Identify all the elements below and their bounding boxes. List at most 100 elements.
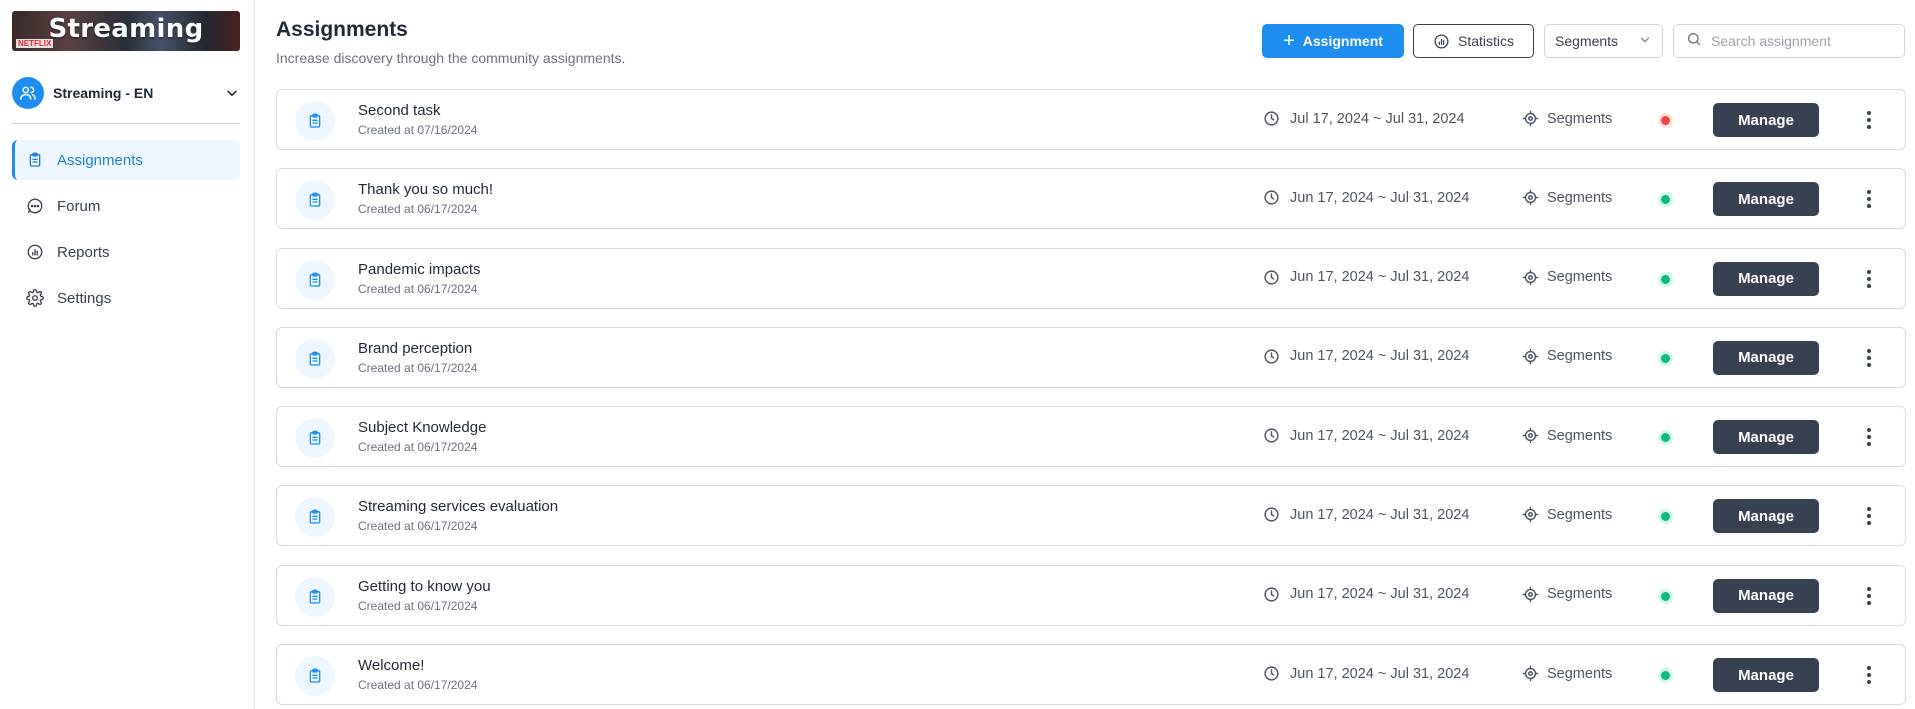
assignment-row: Streaming services evaluation Created at…	[276, 485, 1906, 547]
assignment-created: Created at 06/17/2024	[358, 202, 478, 217]
manage-button[interactable]: Manage	[1713, 499, 1819, 534]
target-icon	[1522, 110, 1539, 127]
clipboard-icon	[295, 180, 335, 221]
sidebar: Streaming NETFLIX Streaming - EN Assignm…	[0, 0, 255, 709]
target-icon	[1522, 586, 1539, 603]
more-options-icon[interactable]	[1859, 504, 1879, 528]
assignment-segments[interactable]: Segments	[1522, 348, 1612, 365]
assignment-title[interactable]: Second task	[358, 102, 441, 119]
assignment-title[interactable]: Getting to know you	[358, 578, 491, 595]
assignment-segments[interactable]: Segments	[1522, 189, 1612, 206]
more-options-icon[interactable]	[1859, 425, 1879, 449]
date-range-text: Jun 17, 2024 ~ Jul 31, 2024	[1290, 506, 1470, 523]
assignment-date-range: Jun 17, 2024 ~ Jul 31, 2024	[1263, 269, 1469, 286]
workspace-selector[interactable]: Streaming - EN	[12, 76, 240, 110]
assignment-segments[interactable]: Segments	[1522, 665, 1612, 682]
segments-text: Segments	[1547, 269, 1613, 286]
clipboard-icon	[295, 576, 335, 617]
assignment-segments[interactable]: Segments	[1522, 506, 1612, 523]
segments-text: Segments	[1547, 665, 1613, 682]
search-input[interactable]	[1711, 33, 1891, 49]
status-dot	[1661, 116, 1670, 125]
page-title: Assignments	[276, 18, 408, 41]
sidebar-divider	[12, 123, 240, 124]
target-icon	[1522, 427, 1539, 444]
clock-icon	[1263, 665, 1280, 682]
date-range-text: Jun 17, 2024 ~ Jul 31, 2024	[1290, 269, 1470, 286]
chevron-down-icon[interactable]	[224, 85, 240, 101]
search-box[interactable]	[1673, 24, 1905, 58]
statistics-button[interactable]: Statistics	[1413, 24, 1534, 58]
assignment-created: Created at 07/16/2024	[358, 123, 478, 137]
assignment-title[interactable]: Streaming services evaluation	[358, 498, 558, 515]
assignment-title[interactable]: Thank you so much!	[358, 181, 493, 198]
manage-button[interactable]: Manage	[1713, 420, 1819, 455]
clock-icon	[1263, 110, 1280, 127]
clipboard-icon	[295, 338, 335, 379]
assignment-row: Subject Knowledge Created at 06/17/2024 …	[276, 406, 1906, 468]
assignment-date-range: Jun 17, 2024 ~ Jul 31, 2024	[1263, 586, 1469, 603]
assignment-segments[interactable]: Segments	[1522, 110, 1612, 127]
more-options-icon[interactable]	[1859, 584, 1879, 608]
users-icon	[12, 77, 44, 109]
add-assignment-label: Assignment	[1302, 33, 1383, 49]
chart-icon	[1433, 33, 1450, 50]
assignment-segments[interactable]: Segments	[1522, 427, 1612, 444]
more-options-icon[interactable]	[1859, 187, 1879, 211]
assignment-title[interactable]: Welcome!	[358, 657, 424, 674]
sidebar-item-label: Forum	[57, 197, 101, 215]
gear-icon	[26, 289, 44, 307]
assignment-row: Second task Created at 07/16/2024 Jul 17…	[276, 89, 1906, 150]
assignment-date-range: Jun 17, 2024 ~ Jul 31, 2024	[1263, 427, 1469, 444]
clipboard-icon	[295, 418, 335, 459]
sidebar-item-reports[interactable]: Reports	[12, 232, 240, 272]
sidebar-item-settings[interactable]: Settings	[12, 278, 240, 318]
manage-button[interactable]: Manage	[1713, 182, 1819, 217]
chat-bubble-icon	[26, 197, 44, 215]
clock-icon	[1263, 189, 1280, 206]
search-icon	[1686, 31, 1702, 52]
assignment-row: Welcome! Created at 06/17/2024 Jun 17, 2…	[276, 644, 1906, 706]
sidebar-item-label: Assignments	[57, 151, 143, 169]
clipboard-icon	[295, 497, 335, 538]
manage-button[interactable]: Manage	[1713, 103, 1819, 137]
pie-chart-icon	[26, 243, 44, 261]
segments-select-value: Segments	[1555, 33, 1619, 49]
more-options-icon[interactable]	[1859, 346, 1879, 370]
assignment-segments[interactable]: Segments	[1522, 269, 1612, 286]
segments-text: Segments	[1547, 348, 1613, 365]
date-range-text: Jun 17, 2024 ~ Jul 31, 2024	[1290, 348, 1470, 365]
date-range-text: Jul 17, 2024 ~ Jul 31, 2024	[1290, 110, 1465, 127]
sidebar-nav: Assignments Forum Reports Settings	[12, 140, 240, 324]
clock-icon	[1263, 586, 1280, 603]
clock-icon	[1263, 427, 1280, 444]
assignment-title[interactable]: Subject Knowledge	[358, 419, 486, 436]
sidebar-item-forum[interactable]: Forum	[12, 186, 240, 226]
assignment-created: Created at 06/17/2024	[358, 519, 478, 534]
assignment-created: Created at 06/17/2024	[358, 598, 478, 613]
manage-button[interactable]: Manage	[1713, 340, 1819, 375]
target-icon	[1522, 348, 1539, 365]
manage-button[interactable]: Manage	[1713, 261, 1819, 296]
assignment-date-range: Jun 17, 2024 ~ Jul 31, 2024	[1263, 348, 1469, 365]
more-options-icon[interactable]	[1859, 663, 1879, 687]
status-dot	[1661, 433, 1670, 443]
sidebar-item-assignments[interactable]: Assignments	[12, 140, 240, 180]
brand-logo[interactable]: Streaming NETFLIX	[12, 11, 240, 51]
segments-text: Segments	[1547, 110, 1613, 127]
more-options-icon[interactable]	[1859, 267, 1879, 291]
assignment-list: Second task Created at 07/16/2024 Jul 17…	[276, 89, 1906, 709]
manage-button[interactable]: Manage	[1713, 578, 1819, 613]
clipboard-icon	[295, 259, 335, 300]
assignment-title[interactable]: Brand perception	[358, 340, 472, 357]
segments-text: Segments	[1547, 189, 1613, 206]
assignment-segments[interactable]: Segments	[1522, 586, 1612, 603]
target-icon	[1522, 189, 1539, 206]
sidebar-item-label: Reports	[57, 243, 110, 261]
more-options-icon[interactable]	[1859, 108, 1879, 132]
segments-select[interactable]: Segments	[1544, 24, 1663, 58]
segments-text: Segments	[1547, 427, 1613, 444]
add-assignment-button[interactable]: + Assignment	[1262, 24, 1404, 58]
manage-button[interactable]: Manage	[1713, 658, 1819, 693]
assignment-title[interactable]: Pandemic impacts	[358, 261, 481, 278]
